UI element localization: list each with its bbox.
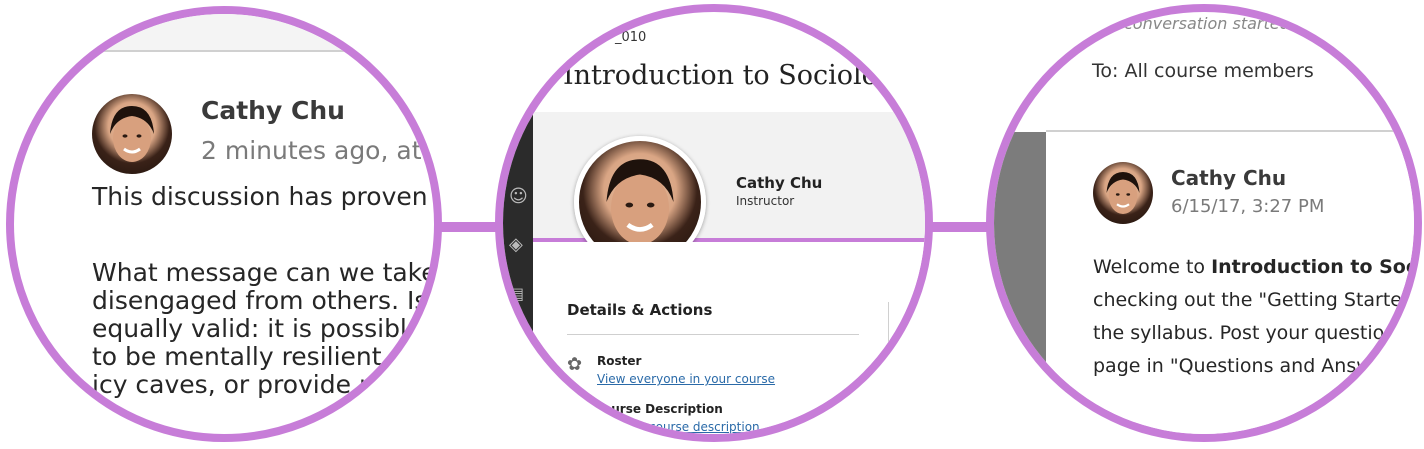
tools-icon[interactable]: ▤ — [509, 284, 527, 303]
roster-label: Roster — [597, 354, 642, 368]
details-divider — [567, 334, 859, 335]
post-line: icy caves, or provide m — [92, 370, 384, 399]
post-timestamp: 2 minutes ago, at — [201, 136, 422, 165]
message-line: the syllabus. Post your questio — [1093, 322, 1385, 344]
profile-photo-icon — [110, 106, 154, 162]
user-icon[interactable]: ☺ — [509, 186, 528, 208]
instructor-role: Instructor — [736, 194, 795, 208]
instructor-name[interactable]: Cathy Chu — [736, 174, 822, 192]
course-name: Introduction to Soc — [1211, 256, 1418, 278]
profile-photo-icon — [1106, 172, 1140, 214]
details-heading: Details & Actions — [567, 301, 713, 319]
message-line: checking out the "Getting Starte — [1093, 289, 1403, 311]
post-text-2: What message can we take disengaged from… — [92, 258, 437, 399]
message-line: page in "Questions and Answ — [1093, 355, 1372, 377]
left-gutter — [994, 132, 1046, 362]
globe-icon[interactable]: ◈ — [509, 234, 527, 255]
details-panel-bg — [533, 242, 925, 434]
post-line: What message can we take — [92, 258, 437, 287]
zoom-circle-course: ☺ ◈ ▤ _010 Introduction to Sociolo Cathy… — [495, 4, 933, 442]
message-timestamp: 6/15/17, 3:27 PM — [1171, 196, 1325, 217]
message-body: Welcome to Introduction to Soc checking … — [1093, 251, 1418, 383]
post-text-1: This discussion has proven — [92, 182, 428, 211]
details-panel-divider-vertical — [888, 302, 889, 434]
recipient-line: To: All course members — [1092, 60, 1314, 82]
post-line: to be mentally resilient. — [92, 342, 390, 371]
header-divider — [14, 50, 434, 52]
course-id: _010 — [615, 30, 647, 45]
course-description-link[interactable]: course description — [649, 420, 760, 434]
message-prefix: Welcome to — [1093, 256, 1212, 278]
roster-icon: ✿ — [567, 354, 583, 375]
roster-link[interactable]: View everyone in your course — [597, 372, 775, 386]
post-line: disengaged from others. Is — [92, 286, 428, 315]
post-line: equally valid: it is possible — [92, 314, 423, 343]
author-name[interactable]: Cathy Chu — [201, 96, 345, 125]
course-title: Introduction to Sociolo — [563, 60, 878, 91]
zoom-circle-message: conversation started: To: All course mem… — [986, 4, 1422, 442]
course-description-label: ourse Description — [603, 402, 723, 416]
author-name[interactable]: Cathy Chu — [1171, 166, 1286, 190]
scroll-shadow — [14, 14, 434, 50]
nav-sidebar: ☺ ◈ ▤ — [503, 108, 533, 408]
message-line: Welcome to Introduction to Soc — [1093, 251, 1418, 284]
avatar — [92, 94, 172, 174]
conversation-meta: conversation started: — [1124, 14, 1296, 33]
avatar — [1093, 162, 1153, 224]
zoom-circle-discussion: Cathy Chu 2 minutes ago, at This discuss… — [6, 6, 442, 442]
